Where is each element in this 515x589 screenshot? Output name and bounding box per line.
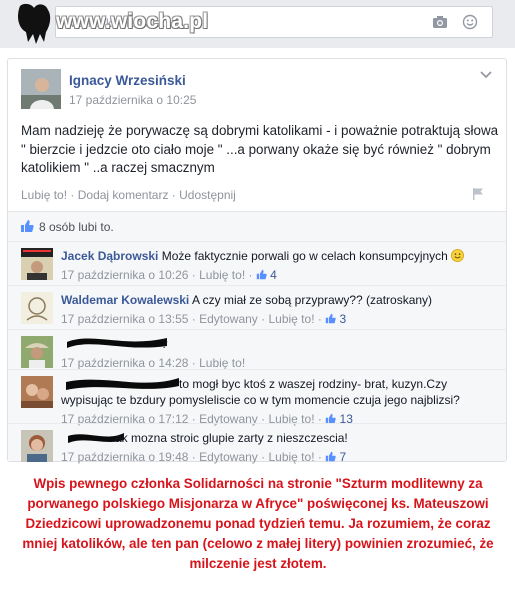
post-timestamp[interactable]: 17 października o 10:25 — [69, 93, 196, 107]
thumbs-up-icon — [21, 220, 34, 232]
post-author[interactable]: Ignacy Wrzesiński — [69, 73, 186, 88]
commenter-avatar[interactable] — [21, 430, 53, 462]
comment-time[interactable]: 17 października o 13:55 — [61, 312, 188, 326]
emoji-icon[interactable] — [462, 14, 478, 30]
commenter-name[interactable]: Jacek Dąbrowski — [61, 249, 158, 263]
likes-summary-bar: 8 osób lubi to. — [8, 211, 506, 241]
separator: · — [70, 188, 75, 202]
commenter-avatar[interactable] — [21, 336, 53, 368]
commenter-avatar[interactable] — [21, 292, 53, 324]
likes-summary[interactable]: 8 osób lubi to. — [39, 220, 114, 234]
comment-text: ak mozna stroic glupie zarty z nieszczes… — [115, 431, 348, 445]
watermark-blob-icon — [18, 3, 51, 44]
watermark: www.wiocha.pl — [56, 10, 209, 33]
comment-like-count[interactable]: 7 — [340, 450, 347, 464]
like-button[interactable]: Lubię to! — [21, 188, 67, 202]
author-avatar[interactable] — [21, 69, 61, 109]
comments-list: Jacek Dąbrowski Może faktycznie porwali … — [8, 241, 506, 464]
edited-label[interactable]: Edytowany — [199, 312, 258, 326]
commenter-avatar[interactable] — [21, 376, 53, 408]
comment-time[interactable]: 17 października o 19:48 — [61, 450, 188, 464]
composer-bar: Napisz komentarz... www.wiocha.pl — [0, 0, 515, 48]
comment-item: Jacek Dąbrowski Może faktycznie porwali … — [8, 241, 506, 285]
chevron-down-icon[interactable] — [480, 71, 492, 79]
thumbs-up-icon — [325, 313, 336, 324]
commenter-avatar[interactable] — [21, 248, 53, 280]
comment-like-button[interactable]: Lubię to! — [268, 312, 314, 326]
smiley-emoji-icon — [451, 249, 465, 262]
comment-item: Waldemar Kowalewski A czy miał ze sobą p… — [8, 285, 506, 329]
comment-like-button[interactable]: Lubię to! — [199, 268, 245, 282]
post-card: Ignacy Wrzesiński 17 października o 10:2… — [7, 58, 507, 464]
comment-text: ? — [161, 337, 168, 351]
comment-like-button[interactable]: Lubię to! — [268, 450, 314, 464]
comment-button[interactable]: Dodaj komentarz — [78, 188, 169, 202]
comment-item: ? 17 października o 14:28 · Lubię to! — [8, 329, 506, 370]
comment-time[interactable]: 17 października o 10:26 — [61, 268, 188, 282]
comment-text: Może faktycznie porwali go w celach kons… — [161, 249, 448, 263]
comment-text: A czy miał ze sobą przyprawy?? (zatroska… — [191, 293, 433, 307]
edited-label[interactable]: Edytowany — [199, 450, 258, 464]
comment-like-count[interactable]: 3 — [340, 312, 347, 326]
commenter-name[interactable]: Waldemar Kowalewski — [61, 293, 189, 307]
thumbs-up-icon — [256, 269, 267, 280]
flag-icon[interactable] — [472, 187, 484, 201]
caption-text: Wpis pewnego członka Solidarności na str… — [22, 476, 494, 571]
comment-item: to mogł byc ktoś z waszej rodziny- brat,… — [8, 369, 506, 426]
post-text: Mam nadzieję że porywaczę są dobrymi kat… — [21, 123, 499, 175]
post-actions: Lubię to! · Dodaj komentarz · Udostępnij — [21, 188, 236, 202]
comment-time[interactable]: 17 października o 14:28 — [61, 356, 188, 370]
thumbs-up-icon — [325, 451, 336, 462]
separator: · — [171, 188, 176, 202]
share-button[interactable]: Udostępnij — [179, 188, 236, 202]
comment-like-button[interactable]: Lubię to! — [199, 356, 245, 370]
camera-icon[interactable] — [432, 15, 448, 29]
comment-item: ak mozna stroic glupie zarty z nieszczes… — [8, 423, 506, 464]
comment-text: to mogł byc ktoś z waszej rodziny- brat,… — [61, 377, 460, 407]
comment-like-count[interactable]: 4 — [270, 268, 277, 282]
